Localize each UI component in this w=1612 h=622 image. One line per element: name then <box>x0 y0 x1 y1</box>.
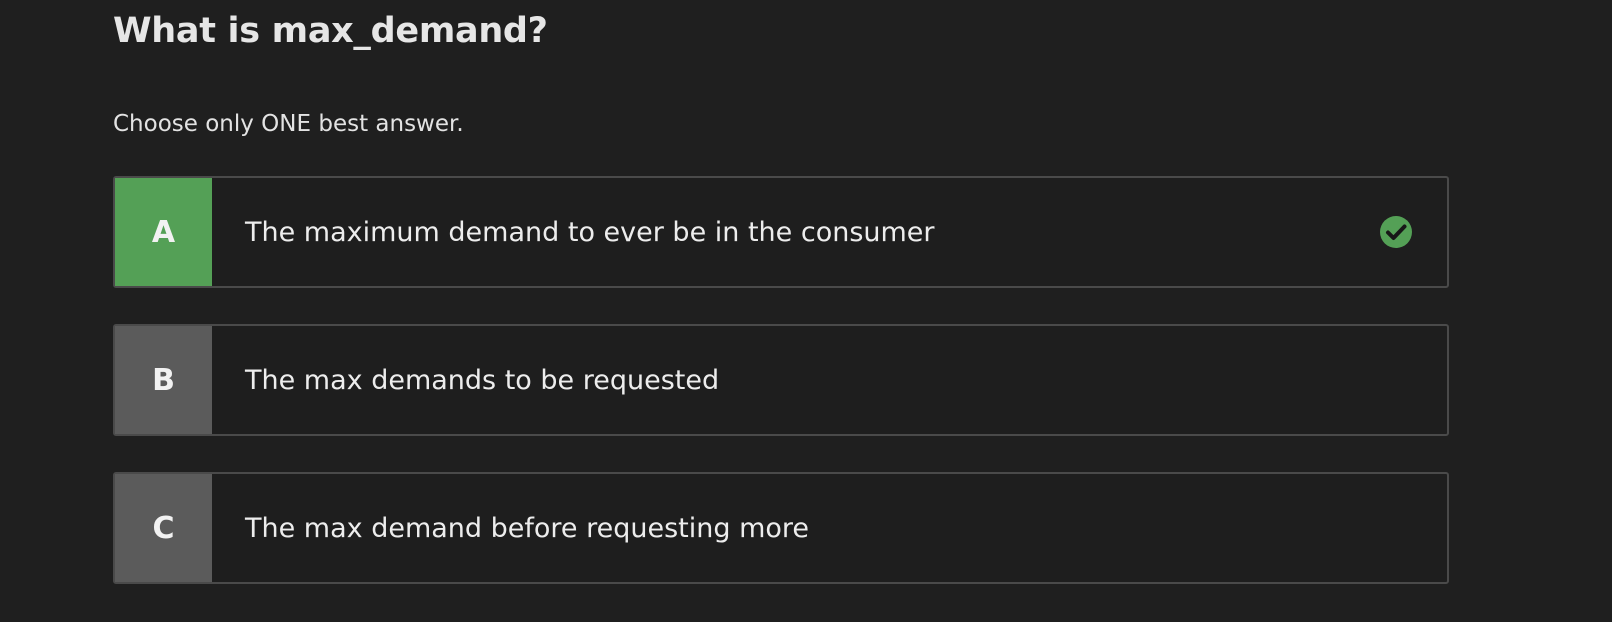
option-letter-badge: C <box>115 474 212 582</box>
question-title: What is max_demand? <box>113 11 548 51</box>
answer-option-c[interactable]: C The max demand before requesting more <box>113 472 1449 584</box>
answer-option-a[interactable]: A The maximum demand to ever be in the c… <box>113 176 1449 288</box>
selected-check-container <box>1379 178 1447 286</box>
check-circle-icon <box>1380 216 1412 248</box>
answer-option-b[interactable]: B The max demands to be requested <box>113 324 1449 436</box>
option-letter-badge: B <box>115 326 212 434</box>
option-text: The max demands to be requested <box>245 364 720 396</box>
option-letter-badge: A <box>115 178 212 286</box>
answer-instruction: Choose only ONE best answer. <box>113 111 464 137</box>
answer-options: A The maximum demand to ever be in the c… <box>113 176 1449 620</box>
option-text: The max demand before requesting more <box>245 512 810 544</box>
option-text: The maximum demand to ever be in the con… <box>245 216 935 248</box>
